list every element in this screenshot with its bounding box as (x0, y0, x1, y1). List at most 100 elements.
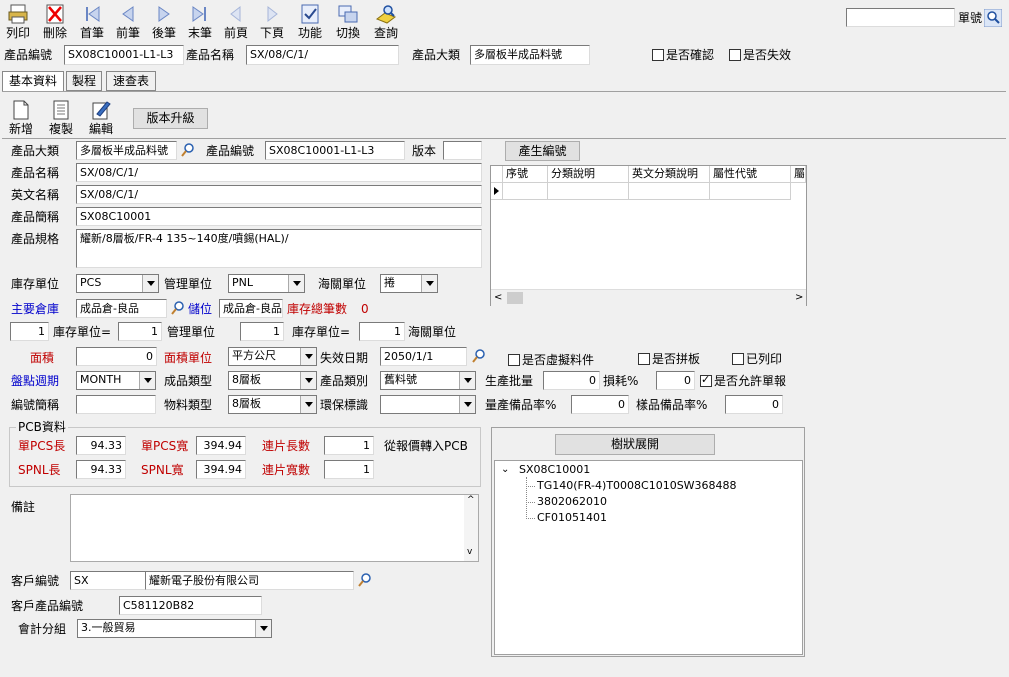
grid-header-attr[interactable]: 屬 (791, 166, 806, 183)
printed-checkbox[interactable] (732, 353, 744, 365)
link-length-field[interactable]: 1 (324, 436, 374, 455)
customer-name-field[interactable]: 耀新電子股份有限公司 (145, 571, 354, 590)
area-field[interactable]: 0 (76, 347, 157, 366)
tree-child-node[interactable]: TG140(FR-4)T0008C1010SW368488 (537, 479, 737, 493)
main-warehouse-field[interactable]: 成品倉-良品 (76, 299, 167, 318)
grid-header-seq[interactable]: 序號 (503, 166, 548, 183)
scroll-down-icon[interactable]: v (467, 547, 472, 557)
chevron-down-icon[interactable] (142, 275, 158, 292)
scroll-thumb[interactable] (507, 292, 523, 304)
tab-basic-info[interactable]: 基本資料 (2, 71, 64, 91)
generate-code-button[interactable]: 產生編號 (505, 141, 580, 161)
tree-collapse-icon[interactable]: ⌄ (501, 464, 509, 475)
virtual-item-checkbox[interactable] (508, 354, 520, 366)
remarks-scrollbar[interactable]: ^ v (464, 495, 478, 561)
print-button[interactable]: 列印 (0, 3, 36, 41)
scroll-left-icon[interactable]: < (494, 292, 502, 303)
scroll-up-icon[interactable]: ^ (467, 495, 475, 505)
spec-field[interactable]: 耀新/8層板/FR-4 135~140度/噴錫(HAL)/ (76, 229, 482, 268)
conv-customs-qty-field[interactable]: 1 (359, 322, 405, 341)
grid-cell[interactable] (629, 183, 710, 200)
copy-button[interactable]: 複製 (46, 100, 76, 136)
location-field[interactable]: 成品倉-良品 (219, 299, 283, 318)
grid-cell[interactable] (503, 183, 548, 200)
category-lookup-icon[interactable] (180, 142, 196, 158)
chevron-down-icon[interactable] (459, 396, 475, 413)
new-button[interactable]: 新增 (6, 100, 36, 136)
category-field[interactable]: 多層板半成品料號 (76, 141, 177, 160)
grid-header-en-desc[interactable]: 英文分類說明 (629, 166, 710, 183)
pcs-width-field[interactable]: 394.94 (196, 436, 246, 455)
grid-cell[interactable] (710, 183, 791, 200)
header-product-code-field[interactable]: SX08C10001-L1-L3 (64, 45, 184, 65)
chevron-down-icon[interactable] (300, 396, 316, 413)
tree-child-node[interactable]: 3802062010 (537, 495, 607, 509)
chevron-down-icon[interactable] (288, 275, 304, 292)
tree-expand-button[interactable]: 樹狀展開 (555, 434, 715, 455)
customer-code-field[interactable]: SX (70, 571, 147, 590)
first-record-button[interactable]: 首筆 (74, 3, 110, 41)
mgmt-unit-select[interactable]: PNL (228, 274, 305, 293)
expire-date-field[interactable]: 2050/1/1 (380, 347, 467, 366)
conv-mgmt-qty-field[interactable]: 1 (118, 322, 162, 341)
edit-button[interactable]: 編輯 (86, 100, 116, 136)
loss-field[interactable]: 0 (656, 371, 695, 390)
scroll-right-icon[interactable]: > (795, 292, 803, 303)
stock-unit-select[interactable]: PCS (76, 274, 159, 293)
cycle-select[interactable]: MONTH (76, 371, 156, 390)
prod-category-select[interactable]: 舊料號 (380, 371, 476, 390)
next-page-button[interactable]: 下頁 (254, 3, 290, 41)
delete-button[interactable]: 刪除 (37, 3, 73, 41)
last-record-button[interactable]: 末筆 (182, 3, 218, 41)
accounting-group-select[interactable]: 3.一般貿易 (77, 619, 272, 638)
sample-rate-field[interactable]: 0 (725, 395, 783, 414)
product-type-select[interactable]: 8層板 (228, 371, 317, 390)
invalid-checkbox[interactable] (729, 49, 741, 61)
chevron-down-icon[interactable] (139, 372, 155, 389)
attribute-grid[interactable]: 序號 分類說明 英文分類說明 屬性代號 屬 < > (490, 165, 807, 306)
quote-to-pcb-link[interactable]: 從報價轉入PCB (384, 439, 468, 453)
header-product-name-field[interactable]: SX/08/C/1/ (246, 45, 399, 65)
next-record-button[interactable]: 後筆 (146, 3, 182, 41)
prev-page-button[interactable]: 前頁 (218, 3, 254, 41)
panel-checkbox[interactable] (638, 353, 650, 365)
mass-rate-field[interactable]: 0 (571, 395, 629, 414)
grid-horizontal-scrollbar[interactable]: < > (491, 289, 806, 306)
function-button[interactable]: 功能 (292, 3, 328, 41)
chevron-down-icon[interactable] (421, 275, 437, 292)
env-select[interactable] (380, 395, 476, 414)
link-width-field[interactable]: 1 (324, 460, 374, 479)
version-upgrade-button[interactable]: 版本升級 (133, 108, 208, 129)
customer-product-code-field[interactable]: C581120B82 (119, 596, 262, 615)
batch-field[interactable]: 0 (543, 371, 600, 390)
order-search-input[interactable] (846, 8, 955, 27)
date-lookup-icon[interactable] (471, 348, 487, 364)
header-category-field[interactable]: 多層板半成品料號 (470, 45, 590, 65)
conv-stock-qty-field[interactable]: 1 (10, 322, 49, 341)
grid-header-attr-code[interactable]: 屬性代號 (710, 166, 791, 183)
switch-button[interactable]: 切換 (330, 3, 366, 41)
version-field[interactable] (443, 141, 482, 160)
spnl-length-field[interactable]: 94.33 (76, 460, 126, 479)
chevron-down-icon[interactable] (300, 372, 316, 389)
confirmed-checkbox[interactable] (652, 49, 664, 61)
tab-process[interactable]: 製程 (66, 71, 102, 91)
short-name-field[interactable]: SX08C10001 (76, 207, 482, 226)
customer-lookup-icon[interactable] (357, 572, 373, 588)
allow-single-report-checkbox[interactable] (700, 373, 712, 387)
remarks-textarea[interactable]: ^ v (70, 494, 479, 562)
grid-header-desc[interactable]: 分類說明 (548, 166, 629, 183)
warehouse-lookup-icon[interactable] (170, 300, 186, 316)
prev-record-button[interactable]: 前筆 (110, 3, 146, 41)
tree-root-node[interactable]: SX08C10001 (519, 463, 590, 477)
material-type-select[interactable]: 8層板 (228, 395, 317, 414)
conv-stock-qty2-field[interactable]: 1 (240, 322, 284, 341)
chevron-down-icon[interactable] (459, 372, 475, 389)
search-icon[interactable] (984, 9, 1002, 27)
query-button[interactable]: 查詢 (368, 3, 404, 41)
pcs-length-field[interactable]: 94.33 (76, 436, 126, 455)
code-short-field[interactable] (76, 395, 156, 414)
code-field[interactable]: SX08C10001-L1-L3 (265, 141, 405, 160)
grid-cell[interactable] (548, 183, 629, 200)
area-unit-select[interactable]: 平方公尺 (228, 347, 317, 366)
